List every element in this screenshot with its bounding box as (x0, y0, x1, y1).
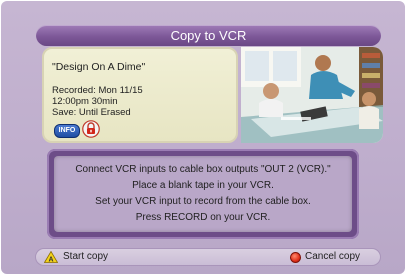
recorded-time-duration: 12:00pm 30min (52, 96, 118, 107)
save-policy: Save: Until Erased (52, 107, 131, 118)
red-circle-icon (290, 252, 301, 263)
instructions-panel: Connect VCR inputs to cable box outputs … (47, 149, 359, 239)
instruction-line: Set your VCR input to record from the ca… (95, 196, 311, 207)
copy-to-vcr-screen: Copy to VCR "Design On A Dime" Recorded:… (1, 1, 405, 274)
program-info-card: "Design On A Dime" Recorded: Mon 11/15 1… (42, 47, 238, 143)
start-copy-label: Start copy (63, 251, 109, 262)
cancel-copy-label: Cancel copy (305, 251, 361, 262)
instruction-line: Connect VCR inputs to cable box outputs … (75, 164, 331, 175)
footer-bar: A Start copy Cancel copy (35, 248, 381, 266)
yellow-triangle-icon: A (44, 251, 58, 263)
instruction-line: Press RECORD on your VCR. (135, 212, 271, 223)
program-thumbnail-image (241, 47, 383, 143)
instructions-box: Connect VCR inputs to cable box outputs … (54, 156, 352, 232)
screen-title: Copy to VCR (36, 25, 381, 46)
cancel-copy-button[interactable]: Cancel copy (290, 249, 380, 265)
recorded-date: Recorded: Mon 11/15 (52, 85, 143, 96)
program-title: "Design On A Dime" (52, 61, 146, 73)
svg-text:A: A (48, 256, 53, 263)
program-thumbnail-art (241, 47, 383, 143)
lock-icon (82, 120, 100, 138)
start-copy-button[interactable]: A Start copy (44, 249, 154, 265)
instruction-line: Place a blank tape in your VCR. (132, 180, 274, 191)
info-button[interactable]: INFO (54, 124, 80, 138)
